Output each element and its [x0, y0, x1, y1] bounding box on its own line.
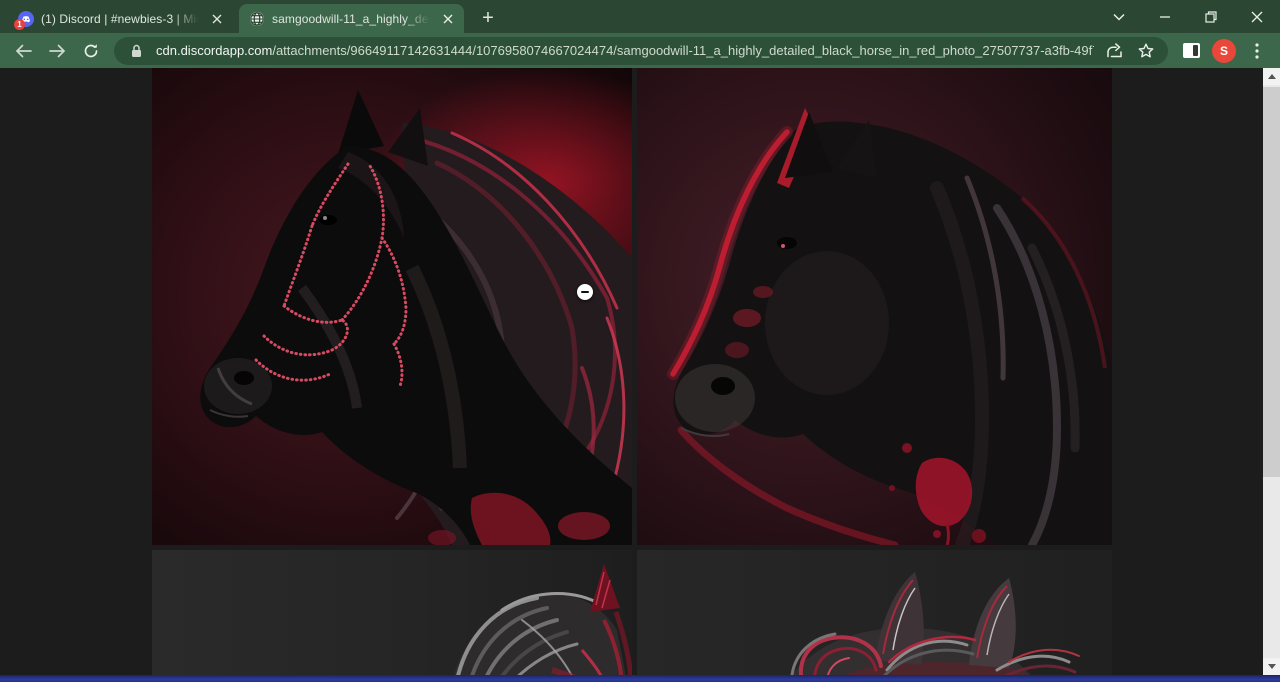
bookmark-star-icon[interactable]	[1134, 39, 1158, 63]
minimize-button[interactable]	[1142, 0, 1188, 33]
tab-discord[interactable]: 1 (1) Discord | #newbies-3 | Midjou	[8, 5, 233, 33]
restore-button[interactable]	[1188, 0, 1234, 33]
scrollbar-thumb[interactable]	[1263, 87, 1280, 477]
tab-bar: 1 (1) Discord | #newbies-3 | Midjou samg…	[0, 0, 1280, 33]
toolbar: cdn.discordapp.com/attachments/966491171…	[0, 33, 1280, 68]
horse-image-grid[interactable]	[152, 68, 1112, 682]
notification-badge: 1	[14, 19, 25, 30]
profile-avatar[interactable]: S	[1212, 39, 1236, 63]
tab-close-icon[interactable]	[440, 11, 456, 27]
tab-image[interactable]: samgoodwill-11_a_highly_detaile	[239, 4, 464, 33]
image-quadrant-bottom-left[interactable]	[152, 550, 632, 682]
address-bar[interactable]: cdn.discordapp.com/attachments/966491171…	[114, 37, 1168, 65]
tab-title: samgoodwill-11_a_highly_detaile	[272, 12, 433, 26]
tab-title: (1) Discord | #newbies-3 | Midjou	[41, 12, 202, 26]
forward-button[interactable]	[42, 36, 72, 66]
scrollbar-up-arrow[interactable]	[1263, 68, 1280, 85]
image-quadrant-top-right[interactable]	[637, 68, 1112, 545]
image-quadrant-top-left[interactable]	[152, 68, 632, 545]
zoom-out-cursor-icon	[577, 284, 593, 300]
url-text: cdn.discordapp.com/attachments/966491171…	[156, 43, 1094, 58]
image-quadrant-bottom-right[interactable]	[637, 550, 1112, 682]
tab-search-chevron-icon[interactable]	[1096, 0, 1142, 33]
url-path: /attachments/96649117142631444/107695807…	[272, 43, 1094, 58]
discord-favicon-icon: 1	[18, 11, 34, 27]
taskbar-edge-strip	[0, 675, 1280, 682]
share-icon[interactable]	[1102, 39, 1126, 63]
tab-close-icon[interactable]	[209, 11, 225, 27]
side-panel-icon[interactable]	[1176, 36, 1206, 66]
close-window-button[interactable]	[1234, 0, 1280, 33]
toolbar-right: S	[1176, 36, 1272, 66]
lock-icon[interactable]	[124, 39, 148, 63]
page-content	[0, 68, 1280, 682]
back-button[interactable]	[8, 36, 38, 66]
reload-button[interactable]	[76, 36, 106, 66]
new-tab-button[interactable]: +	[474, 4, 502, 32]
vertical-scrollbar[interactable]	[1263, 68, 1280, 675]
menu-dots-icon[interactable]	[1242, 36, 1272, 66]
window-controls	[1096, 0, 1280, 33]
scrollbar-down-arrow[interactable]	[1263, 658, 1280, 675]
browser-window: 1 (1) Discord | #newbies-3 | Midjou samg…	[0, 0, 1280, 682]
globe-favicon-icon	[249, 11, 265, 27]
url-domain: cdn.discordapp.com	[156, 43, 272, 58]
